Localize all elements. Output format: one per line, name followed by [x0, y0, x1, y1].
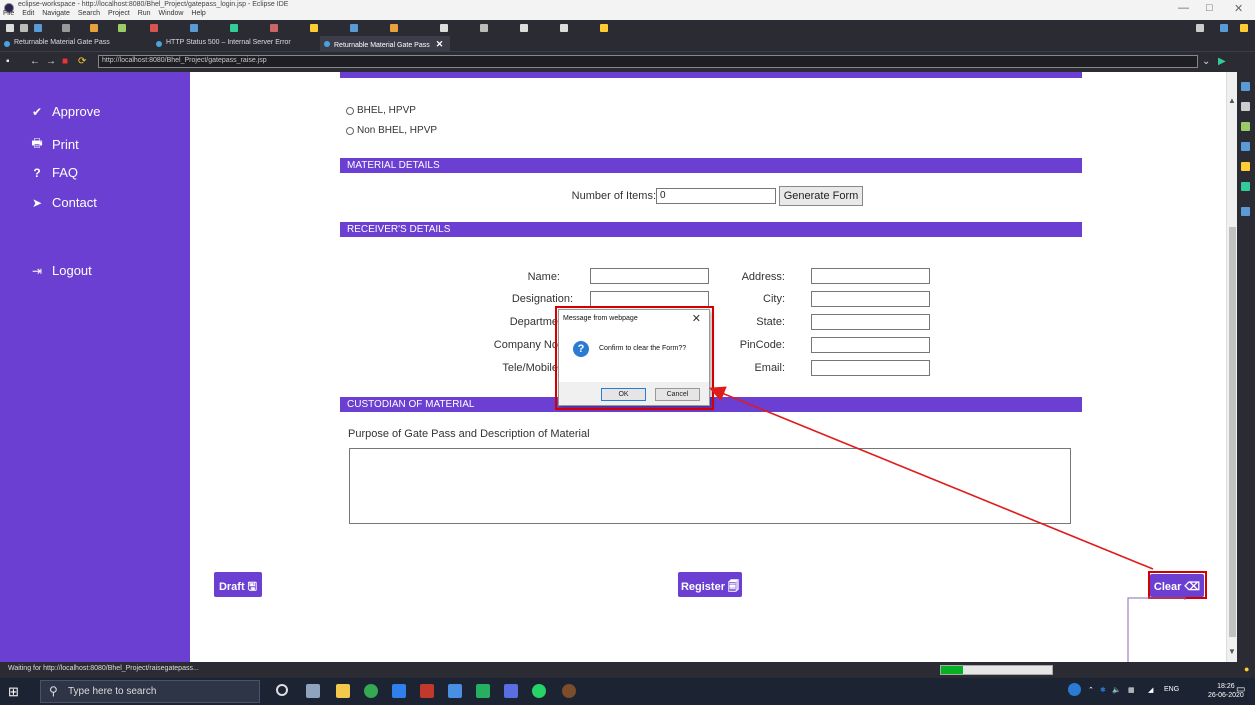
taskbar-search[interactable]: ⚲ Type here to search: [40, 680, 260, 703]
task-view-icon[interactable]: [306, 684, 320, 698]
screen: eclipse-workspace - http://localhost:808…: [0, 0, 1255, 705]
windows-taskbar: ⊞ ⚲ Type here to search ⌃ ✱ 🔈 ▦ ◢ ENG 18…: [0, 678, 1255, 705]
notifications-icon[interactable]: ▭: [1236, 684, 1245, 695]
eclipse-taskbar-icon[interactable]: [562, 684, 576, 698]
store-icon[interactable]: [392, 684, 406, 698]
annotation-overlay: [709, 386, 1186, 705]
language-indicator[interactable]: ENG: [1164, 686, 1179, 693]
status-text: Waiting for http://localhost:8080/Bhel_P…: [8, 665, 199, 672]
wifi-icon[interactable]: ◢: [1148, 686, 1153, 694]
bluetooth-icon[interactable]: ✱: [1100, 686, 1106, 694]
powerpoint-icon[interactable]: [420, 684, 434, 698]
progress-bar: [940, 665, 1053, 675]
annotation-arrow: [709, 386, 1154, 570]
cortana-icon[interactable]: [276, 684, 288, 696]
excel-icon[interactable]: [476, 684, 490, 698]
chevron-up-icon[interactable]: ⌃: [1088, 686, 1094, 694]
network-icon[interactable]: ▦: [1128, 686, 1135, 694]
progress-fill: [941, 666, 964, 674]
chrome-icon[interactable]: [364, 684, 378, 698]
file-explorer-icon[interactable]: [336, 684, 350, 698]
update-icon[interactable]: [1068, 683, 1081, 696]
windows-start-icon[interactable]: ⊞: [8, 685, 22, 699]
whatsapp-icon[interactable]: [532, 684, 546, 698]
volume-icon[interactable]: 🔈: [1112, 686, 1121, 694]
vscode-icon[interactable]: [504, 684, 518, 698]
search-icon: ⚲: [49, 684, 58, 698]
lightbulb-icon[interactable]: ●: [1244, 664, 1249, 674]
camera-icon[interactable]: [448, 684, 462, 698]
status-bar: Waiting for http://localhost:8080/Bhel_P…: [0, 662, 1255, 678]
